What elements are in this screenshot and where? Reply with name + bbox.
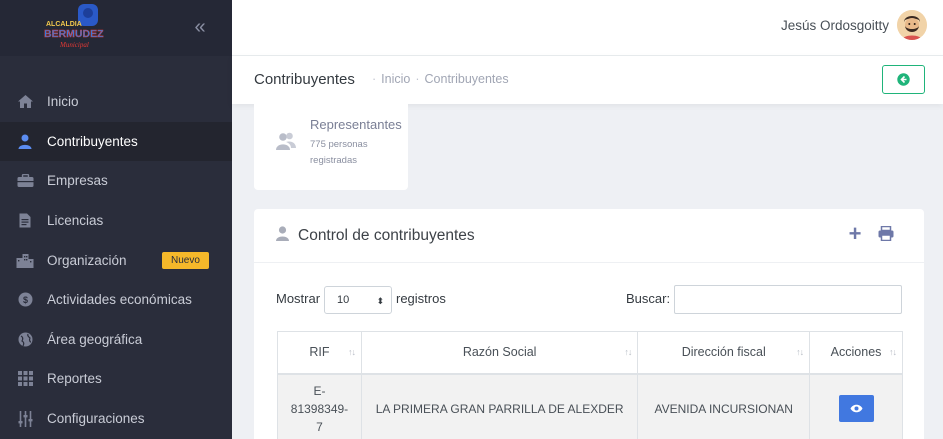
sidebar-item-area-geografica[interactable]: Área geográfica	[0, 320, 232, 360]
topbar: Jesús Ordosgoitty	[232, 0, 943, 56]
home-icon	[16, 93, 34, 111]
sidebar-item-label: Área geográfica	[47, 331, 143, 347]
table-row: E- 81398349- 7 LA PRIMERA GRAN PARRILLA …	[277, 373, 903, 439]
sidebar-item-actividades-economicas[interactable]: $ Actividades económicas	[0, 280, 232, 320]
user-icon	[16, 132, 34, 150]
double-chevron-left-icon[interactable]: «	[188, 16, 212, 40]
print-icon[interactable]	[878, 225, 896, 244]
contribuyentes-table: RIF ↑↓ Razón Social ↑↓ Dirección fiscal ↑↓ …	[277, 331, 903, 439]
representantes-title: Representantes	[310, 117, 402, 132]
sidebar: ALCALDIA BERMUDEZ BERMUDEZ Municipal « I…	[0, 0, 232, 439]
page-length-select[interactable]: 10 ⬍	[324, 286, 392, 314]
page-header: Contribuyentes · Inicio · Contribuyentes	[232, 56, 943, 104]
eye-icon	[850, 405, 863, 413]
breadcrumb: · Inicio · Contribuyentes	[372, 72, 509, 86]
sidebar-item-organizacion[interactable]: Organización Nuevo	[0, 240, 232, 280]
show-label: Mostrar	[276, 291, 321, 306]
card-header: Control de contribuyentes +	[254, 209, 924, 263]
buildings-icon	[16, 251, 34, 269]
sidebar-item-label: Organización	[47, 252, 127, 268]
breadcrumb-item-inicio[interactable]: Inicio	[381, 72, 410, 86]
sort-icon: ↑↓	[796, 347, 804, 357]
document-icon	[16, 212, 34, 230]
column-header-direccion-fiscal[interactable]: Dirección fiscal ↑↓	[637, 331, 811, 375]
column-header-rif[interactable]: RIF ↑↓	[277, 331, 362, 375]
sliders-icon	[16, 410, 34, 428]
avatar-icon[interactable]	[897, 10, 927, 40]
back-button[interactable]	[882, 65, 925, 94]
contribuyentes-card: Control de contribuyentes + Mostrar 10 ⬍…	[254, 209, 924, 439]
sort-icon: ↑↓	[889, 347, 897, 357]
sidebar-nav: Inicio Contribuyentes Empresas Licencias…	[0, 82, 232, 438]
sort-icon: ↑↓	[347, 347, 356, 357]
table-header-row: RIF ↑↓ Razón Social ↑↓ Dirección fiscal ↑↓ …	[277, 331, 903, 375]
view-button[interactable]	[838, 395, 874, 423]
sidebar-item-label: Reportes	[47, 371, 102, 387]
new-badge: Nuevo	[162, 252, 209, 270]
coins-icon: $	[16, 291, 34, 309]
grid-icon	[16, 370, 34, 388]
card-title: Control de contribuyentes	[298, 227, 475, 244]
search-label: Buscar:	[626, 291, 671, 306]
svg-text:Municipal: Municipal	[59, 41, 89, 49]
sidebar-item-configuraciones[interactable]: Configuraciones	[0, 399, 232, 439]
logo: ALCALDIA BERMUDEZ BERMUDEZ Municipal	[44, 4, 104, 49]
chevron-updown-icon: ⬍	[376, 296, 384, 306]
svg-text:BERMUDEZ: BERMUDEZ	[44, 28, 104, 40]
sidebar-item-empresas[interactable]: Empresas	[0, 161, 232, 201]
arrow-left-circle-icon	[897, 73, 910, 86]
cell-razon-social: LA PRIMERA GRAN PARRILLA DE ALEXDER	[360, 373, 639, 439]
svg-text:$: $	[22, 295, 27, 305]
column-header-razon-social[interactable]: Razón Social ↑↓	[360, 331, 639, 375]
svg-text:ALCALDIA: ALCALDIA	[46, 21, 82, 28]
sidebar-item-inicio[interactable]: Inicio	[0, 82, 232, 122]
page-length-value: 10	[337, 294, 350, 306]
sidebar-item-label: Contribuyentes	[47, 133, 138, 149]
sidebar-item-label: Configuraciones	[47, 411, 145, 427]
cell-acciones	[809, 373, 903, 439]
cell-direccion-fiscal: AVENIDA INCURSIONAN	[637, 373, 811, 439]
sidebar-item-contribuyentes[interactable]: Contribuyentes	[0, 121, 232, 162]
briefcase-icon	[16, 172, 34, 190]
search-input[interactable]	[674, 285, 902, 314]
sidebar-item-label: Inicio	[47, 94, 79, 110]
sidebar-item-label: Licencias	[47, 213, 104, 229]
user-icon	[276, 226, 289, 246]
user-name[interactable]: Jesús Ordosgoitty	[781, 18, 889, 33]
cell-rif: E- 81398349- 7	[277, 373, 362, 439]
representantes-card[interactable]: Representantes 775 personas registradas	[254, 104, 408, 190]
sidebar-item-reportes[interactable]: Reportes	[0, 359, 232, 399]
users-icon	[276, 132, 296, 155]
representantes-count: 775 personas registradas	[310, 139, 368, 166]
column-header-acciones[interactable]: Acciones ↑↓	[809, 331, 903, 375]
sidebar-item-licencias[interactable]: Licencias	[0, 201, 232, 241]
sort-icon: ↑↓	[624, 347, 632, 357]
logo-area: ALCALDIA BERMUDEZ BERMUDEZ Municipal «	[0, 0, 232, 56]
records-label: registros	[396, 291, 446, 306]
page-title: Contribuyentes	[254, 71, 355, 88]
sidebar-item-label: Empresas	[47, 173, 108, 189]
plus-icon[interactable]: +	[846, 223, 864, 245]
globe-icon	[16, 330, 34, 348]
sidebar-item-label: Actividades económicas	[47, 292, 192, 308]
breadcrumb-item-contribuyentes: Contribuyentes	[424, 72, 509, 86]
